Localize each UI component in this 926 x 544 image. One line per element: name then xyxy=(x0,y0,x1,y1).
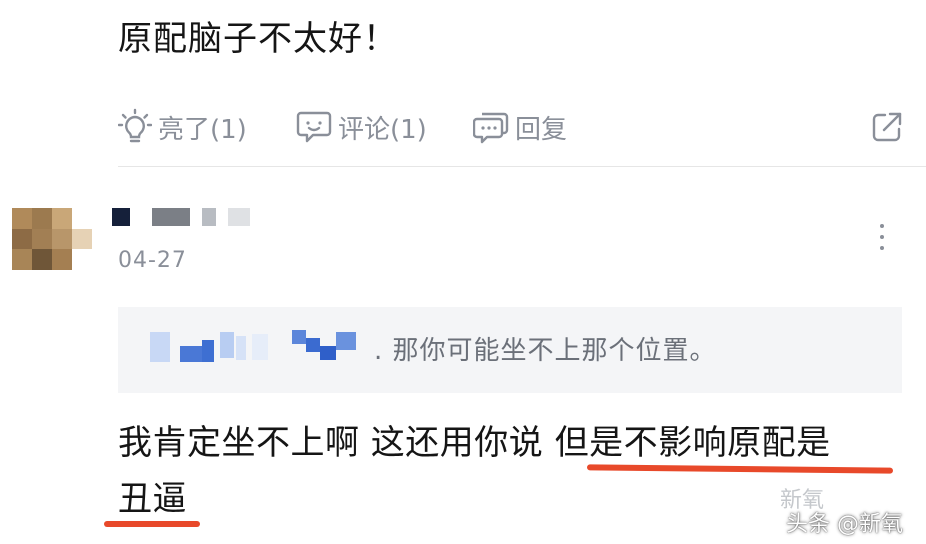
share-icon xyxy=(870,110,904,144)
comment-button[interactable]: 评论(1) xyxy=(296,106,427,148)
comment-date: 04-27 xyxy=(118,248,187,273)
highlight-underline xyxy=(586,464,894,474)
quoted-username-blurred xyxy=(150,330,356,362)
lightbulb-icon xyxy=(118,108,152,146)
reply-bubble-icon xyxy=(473,110,509,144)
more-vertical-icon[interactable] xyxy=(876,224,888,250)
divider xyxy=(118,166,926,167)
watermark: 头条 @新氧 xyxy=(786,512,903,537)
comment-label: 评论(1) xyxy=(338,114,427,145)
like-label: 亮了(1) xyxy=(158,114,247,145)
comment-body-line-1: 我肯定坐不上啊 这还用你说 但是不影响原配是 xyxy=(118,423,831,463)
username-blurred[interactable] xyxy=(112,208,250,228)
comment-body-line-2: 丑逼 xyxy=(118,479,187,519)
reply-button[interactable]: 回复 xyxy=(473,106,567,148)
share-button[interactable] xyxy=(870,106,904,148)
comment-bubble-icon xyxy=(296,110,332,144)
avatar[interactable] xyxy=(12,208,92,270)
quoted-reply-text: . 那你可能坐不上那个位置。 xyxy=(374,336,717,366)
reply-label: 回复 xyxy=(515,114,568,145)
like-button[interactable]: 亮了(1) xyxy=(118,106,247,148)
highlight-underline xyxy=(104,521,200,527)
comment-text: 原配脑子不太好！ xyxy=(118,19,398,59)
